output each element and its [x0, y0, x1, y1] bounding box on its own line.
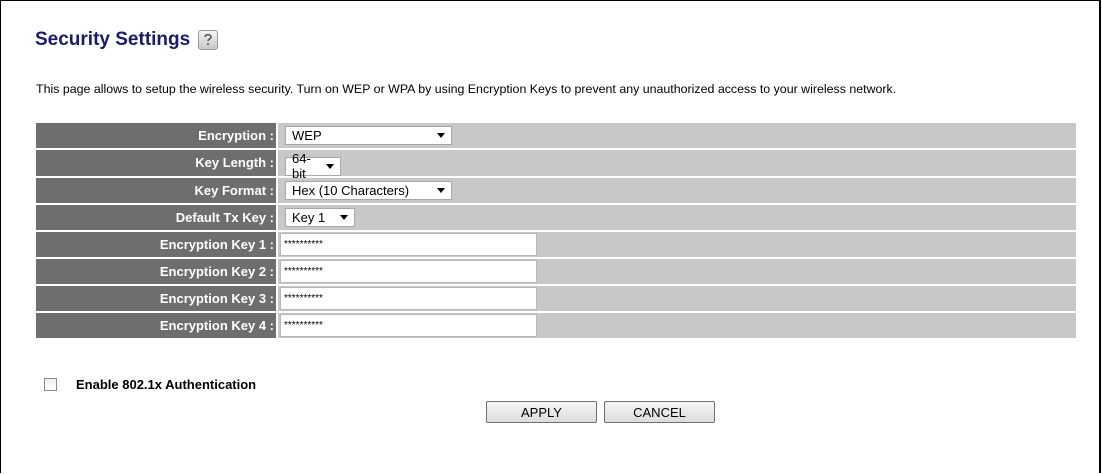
encryption-row: Encryption : WEP	[36, 123, 1076, 148]
encryption-key-3-row: Encryption Key 3 :	[36, 285, 1076, 311]
apply-button[interactable]: APPLY	[486, 401, 597, 423]
key-length-label: Key Length :	[36, 150, 278, 176]
default-tx-key-label: Default Tx Key :	[36, 204, 278, 230]
encryption-key-2-label: Encryption Key 2 :	[36, 258, 278, 284]
encryption-key-1-label: Encryption Key 1 :	[36, 231, 278, 257]
default-tx-key-select-value: Key 1	[292, 209, 326, 225]
page-title: Security Settings	[35, 29, 191, 50]
help-icon[interactable]	[198, 30, 219, 50]
encryption-key-1-input[interactable]	[280, 232, 537, 256]
enable-8021x-checkbox[interactable]	[44, 378, 57, 391]
security-settings-table: Encryption : WEP Key Length : 64-bit Key…	[36, 121, 1076, 340]
key-length-row: Key Length : 64-bit	[36, 150, 1076, 181]
chevron-down-icon	[340, 214, 348, 220]
encryption-select[interactable]: WEP	[285, 126, 452, 145]
enable-8021x-label: Enable 802.1x Authentication	[76, 377, 257, 392]
page-description: This page allows to setup the wireless s…	[36, 82, 897, 96]
chevron-down-icon	[437, 187, 445, 193]
key-format-label: Key Format :	[36, 177, 278, 203]
default-tx-key-row: Default Tx Key : Key 1	[36, 204, 1076, 230]
key-format-select[interactable]: Hex (10 Characters)	[285, 180, 452, 200]
chevron-down-icon	[326, 163, 334, 169]
encryption-key-2-input[interactable]	[280, 259, 537, 283]
key-length-select[interactable]: 64-bit	[285, 151, 341, 181]
encryption-key-4-label: Encryption Key 4 :	[36, 312, 278, 338]
enable-8021x-row: Enable 802.1x Authentication	[44, 377, 256, 392]
default-tx-key-select[interactable]: Key 1	[285, 207, 355, 227]
encryption-select-value: WEP	[292, 128, 322, 143]
encryption-key-3-input[interactable]	[280, 286, 537, 310]
encryption-key-3-label: Encryption Key 3 :	[36, 285, 278, 311]
encryption-label: Encryption :	[36, 123, 278, 148]
chevron-down-icon	[437, 133, 445, 138]
cancel-button[interactable]: CANCEL	[604, 401, 715, 423]
encryption-key-4-input[interactable]	[280, 313, 537, 337]
key-format-row: Key Format : Hex (10 Characters)	[36, 177, 1076, 203]
page-title-row: Security Settings	[35, 29, 219, 51]
key-format-select-value: Hex (10 Characters)	[292, 182, 410, 198]
encryption-key-1-row: Encryption Key 1 :	[36, 231, 1076, 257]
key-length-select-value: 64-bit	[292, 151, 311, 181]
encryption-key-2-row: Encryption Key 2 :	[36, 258, 1076, 284]
encryption-key-4-row: Encryption Key 4 :	[36, 312, 1076, 338]
